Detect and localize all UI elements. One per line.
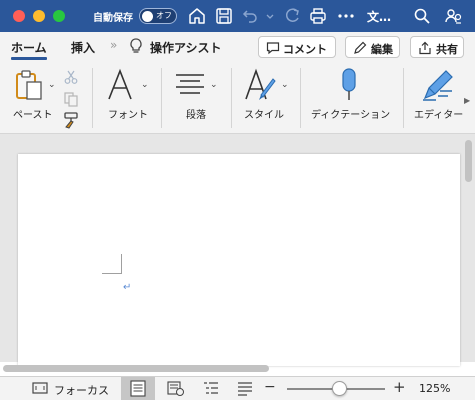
ribbon-scroll-right-icon[interactable]: ▶ [464,96,470,105]
margin-corner-marker [102,254,122,274]
zoom-in-button[interactable]: + [393,378,406,396]
ribbon-separator [231,68,232,128]
document-title: 文… [367,10,392,24]
vertical-scrollbar[interactable] [465,140,472,182]
more-icon[interactable] [336,6,356,26]
comment-label: コメント [283,43,327,56]
share-label: 共有 [436,43,458,56]
undo-icon[interactable] [240,6,260,26]
paste-dropdown-chevron-icon[interactable]: ⌄ [48,80,56,90]
horizontal-scrollbar[interactable] [3,365,269,372]
close-window-button[interactable] [13,10,25,22]
status-bar: フォーカス − + 125% [0,376,475,400]
share-people-icon[interactable] [443,6,463,26]
outline-view-icon[interactable] [201,379,221,397]
toggle-knob [142,11,153,22]
title-bar: 自動保存 オフ 文… [0,0,475,32]
home-icon[interactable] [187,6,207,26]
edit-button[interactable]: 編集 [345,36,400,58]
ribbon-separator [161,68,162,128]
zoom-slider-thumb[interactable] [332,381,347,396]
tab-insert[interactable]: 挿入 [71,39,95,56]
font-label: フォント [108,110,148,121]
autosave-label: 自動保存 [93,13,133,24]
ribbon: ⌄ ペースト ⌄ フォント ⌄ 段落 ⌄ スタイル ディクテーション エディター… [0,62,475,134]
save-icon[interactable] [214,6,234,26]
autosave-toggle[interactable]: オフ [139,8,177,24]
print-layout-icon [130,380,146,397]
ribbon-separator [403,68,404,128]
share-icon [419,41,431,55]
comment-button[interactable]: コメント [258,36,336,58]
styles-dropdown-chevron-icon[interactable]: ⌄ [281,80,289,90]
clipboard-paste-icon[interactable] [15,69,45,101]
zoom-percentage[interactable]: 125% [419,382,450,395]
print-icon[interactable] [308,6,328,26]
lightbulb-icon [128,37,144,55]
focus-mode-icon[interactable] [31,379,49,397]
comment-icon [266,42,280,55]
draft-view-icon[interactable] [235,379,255,397]
share-button[interactable]: 共有 [410,36,464,58]
editor-label: エディター [414,110,464,121]
ribbon-tabs: ホーム 挿入 » 操作アシスト コメント 編集 共有 [0,32,475,62]
document-area: ↵ [0,134,475,372]
copy-icon[interactable] [63,91,79,107]
edit-label: 編集 [371,43,393,56]
tab-home[interactable]: ホーム [11,39,47,56]
styles-label: スタイル [244,110,284,121]
tell-me-search[interactable]: 操作アシスト [150,39,222,56]
paragraph-label: 段落 [186,110,206,121]
document-page[interactable]: ↵ [18,154,460,366]
microphone-icon[interactable] [338,67,360,103]
pencil-icon [354,41,367,54]
font-dropdown-chevron-icon[interactable]: ⌄ [141,80,149,90]
format-painter-icon[interactable] [62,111,80,129]
more-tabs-button[interactable]: » [110,38,117,52]
ribbon-separator [300,68,301,128]
minimize-window-button[interactable] [33,10,45,22]
active-tab-indicator [11,57,47,60]
ribbon-separator [92,68,93,128]
focus-label[interactable]: フォーカス [54,382,109,398]
dictation-label: ディクテーション [311,110,391,121]
print-layout-view-button[interactable] [121,377,155,400]
cut-icon[interactable] [63,69,79,85]
redo-icon[interactable] [282,6,302,26]
undo-dropdown-icon[interactable] [260,6,274,26]
font-icon[interactable] [105,67,135,103]
web-layout-icon[interactable] [165,379,185,397]
paragraph-icon[interactable] [174,72,206,96]
editor-pen-icon[interactable] [420,67,456,103]
autosave-state: オフ [156,11,172,20]
paragraph-dropdown-chevron-icon[interactable]: ⌄ [210,80,218,90]
search-icon[interactable] [412,6,432,26]
maximize-window-button[interactable] [53,10,65,22]
paste-label: ペースト [13,110,53,121]
zoom-out-button[interactable]: − [264,379,276,395]
styles-icon[interactable] [243,67,277,103]
paragraph-mark: ↵ [123,282,132,293]
